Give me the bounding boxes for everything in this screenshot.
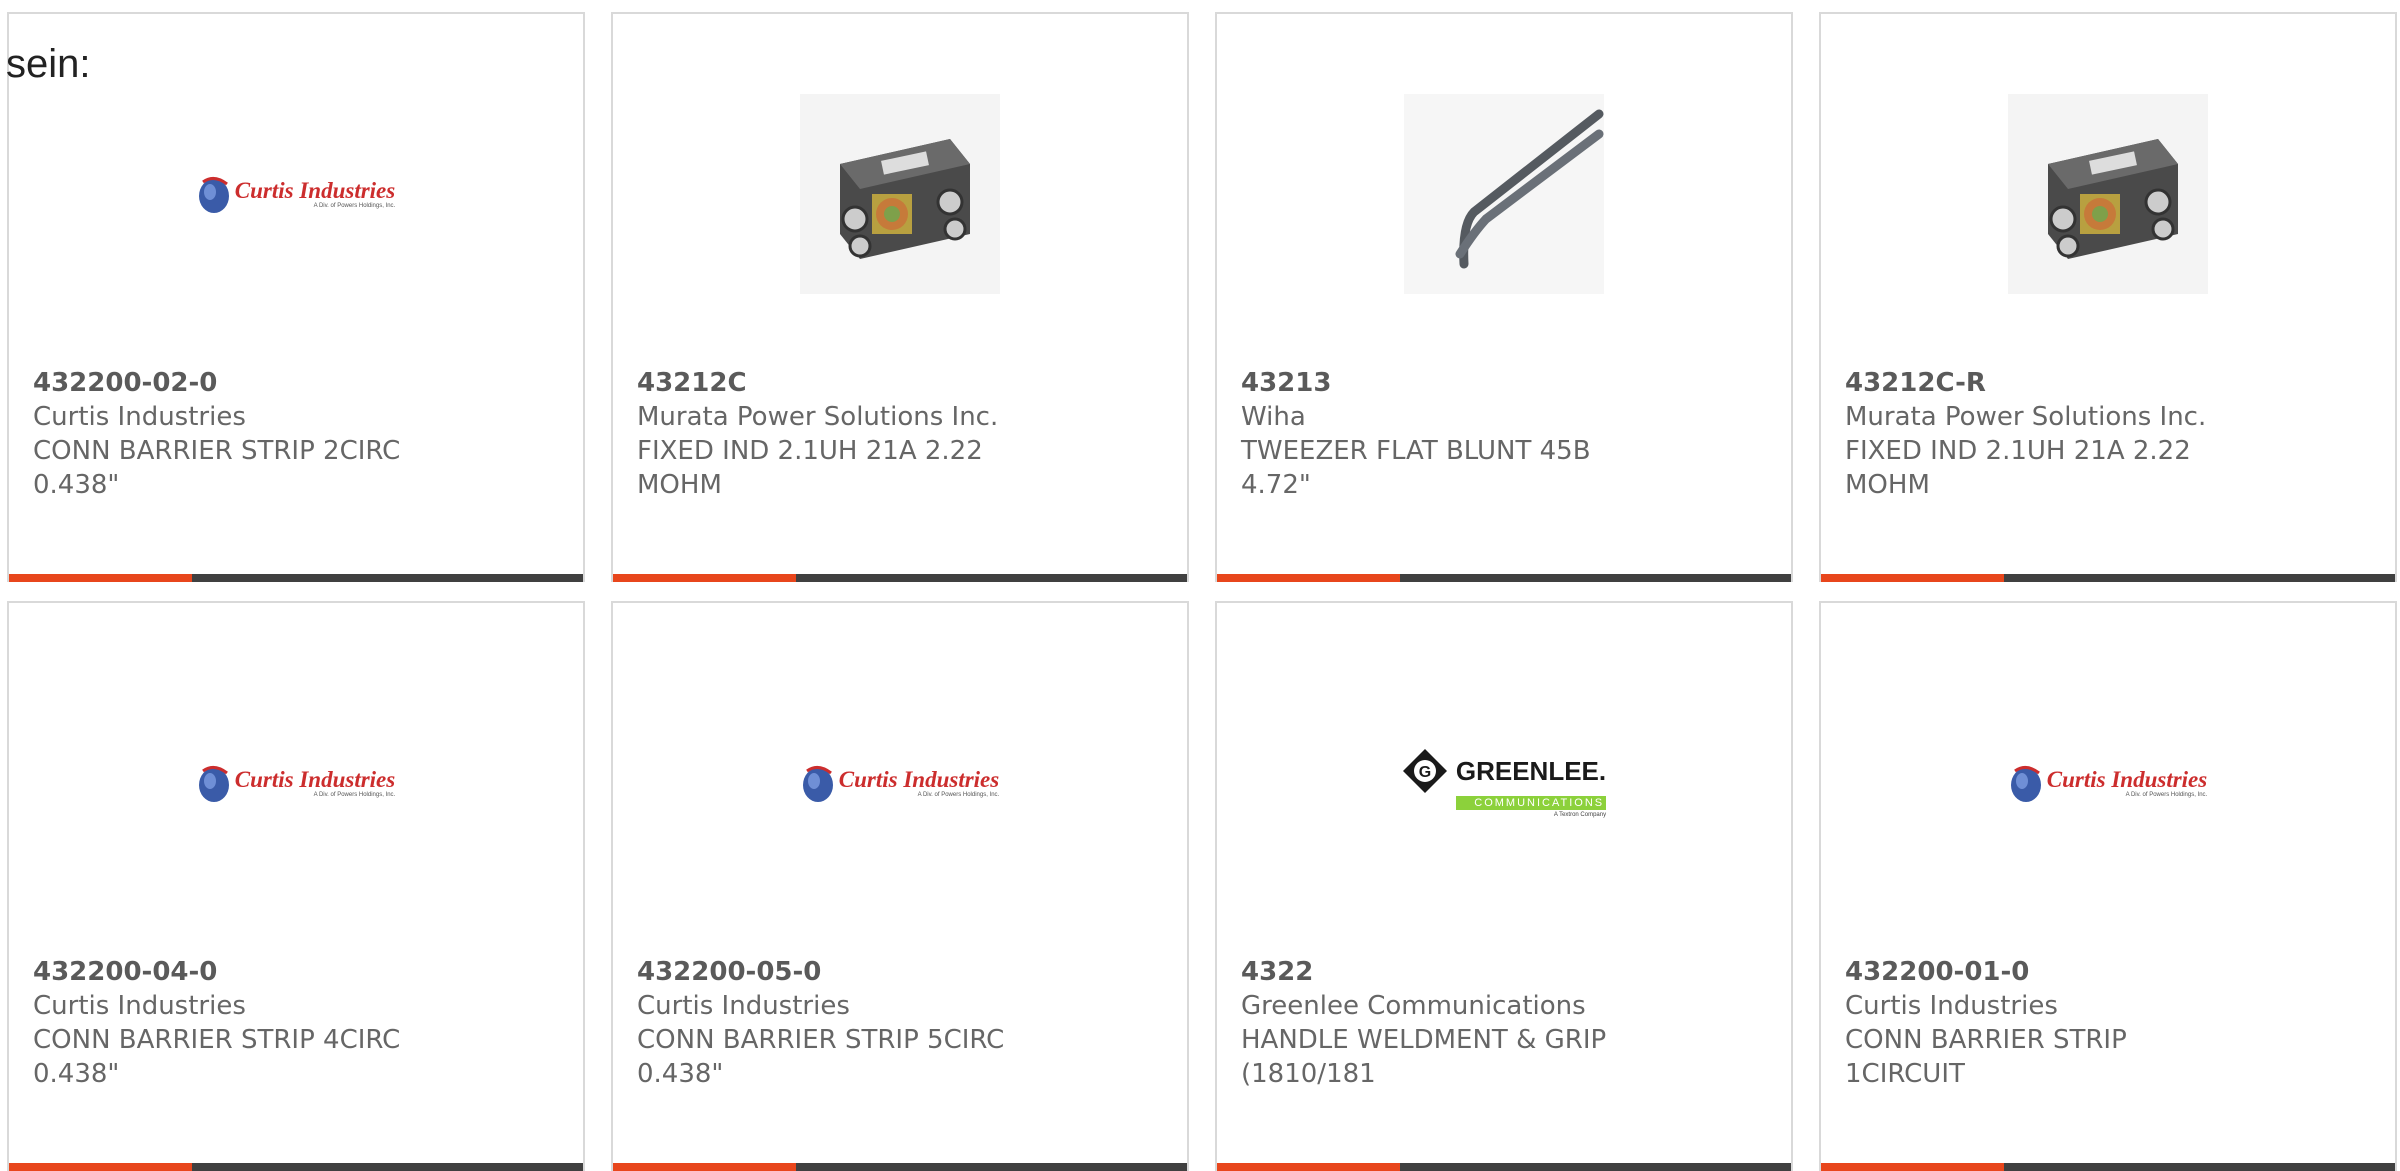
accent-bar [1821, 1163, 2004, 1171]
greenlee-logo: G GREENLEE. COMMUNICATIONS A Textron Com… [1402, 748, 1607, 818]
greenlee-g-icon: G [1402, 749, 1447, 793]
logo-name: Curtis Industries [234, 178, 396, 203]
tweezer-photo [1404, 94, 1604, 294]
part-number[interactable]: 43212C [637, 366, 1037, 400]
curtis-industries-logo: Curtis Industries A Div. of Powers Holdi… [801, 763, 999, 803]
card-footer-bar [1217, 1163, 1791, 1171]
accent-bar [1821, 574, 2004, 582]
part-number[interactable]: 4322 [1241, 955, 1641, 989]
card-footer-bar [613, 1163, 1187, 1171]
logo-name: Curtis Industries [838, 767, 1000, 792]
description: HANDLE WELDMENT & GRIP (1810/181 [1241, 1025, 1607, 1089]
accent-bar [613, 1163, 796, 1171]
product-image[interactable]: G GREENLEE. COMMUNICATIONS A Textron Com… [1217, 673, 1791, 893]
manufacturer: Murata Power Solutions Inc. [637, 402, 999, 432]
manufacturer: Curtis Industries [1845, 991, 2058, 1021]
svg-text:G: G [1419, 764, 1431, 781]
globe-icon [198, 766, 229, 802]
product-card[interactable]: 43212C-R Murata Power Solutions Inc. FIX… [1819, 12, 2397, 582]
accent-bar [9, 574, 192, 582]
description: CONN BARRIER STRIP 1CIRCUIT [1845, 1025, 2127, 1089]
part-number[interactable]: 43213 [1241, 366, 1641, 400]
overlay-text: sein: [6, 42, 91, 86]
card-footer-bar [1217, 574, 1791, 582]
product-info: 432200-05-0 Curtis Industries CONN BARRI… [637, 955, 1037, 1091]
product-card[interactable]: G GREENLEE. COMMUNICATIONS A Textron Com… [1215, 601, 1793, 1171]
logo-subtitle: A Div. of Powers Holdings, Inc. [2125, 792, 2208, 798]
part-number[interactable]: 432200-02-0 [33, 366, 433, 400]
globe-icon [198, 177, 229, 213]
product-image[interactable] [1217, 84, 1791, 304]
description: FIXED IND 2.1UH 21A 2.22 MOHM [1845, 436, 2191, 500]
description: CONN BARRIER STRIP 5CIRC 0.438" [637, 1025, 1005, 1089]
accent-bar [1217, 574, 1400, 582]
accent-bar [1217, 1163, 1400, 1171]
curtis-industries-logo: Curtis Industries A Div. of Powers Holdi… [197, 174, 395, 214]
part-number[interactable]: 432200-05-0 [637, 955, 1037, 989]
description: TWEEZER FLAT BLUNT 45B 4.72" [1241, 436, 1591, 500]
inductor-photo [2008, 94, 2208, 294]
accent-bar [9, 1163, 192, 1171]
manufacturer: Curtis Industries [33, 991, 246, 1021]
product-image[interactable]: Curtis Industries A Div. of Powers Holdi… [9, 84, 583, 304]
product-info: 43212C-R Murata Power Solutions Inc. FIX… [1845, 366, 2245, 502]
logo-name: Curtis Industries [2046, 767, 2208, 792]
product-image[interactable]: Curtis Industries A Div. of Powers Holdi… [1821, 673, 2395, 893]
globe-icon [802, 766, 833, 802]
product-info: 432200-01-0 Curtis Industries CONN BARRI… [1845, 955, 2245, 1091]
product-image[interactable] [1821, 84, 2395, 304]
product-grid: Curtis Industries A Div. of Powers Holdi… [0, 0, 2400, 1171]
accent-bar [613, 574, 796, 582]
manufacturer: Curtis Industries [637, 991, 850, 1021]
card-footer-bar [1821, 574, 2395, 582]
product-card[interactable]: Curtis Industries A Div. of Powers Holdi… [1819, 601, 2397, 1171]
product-image[interactable] [613, 84, 1187, 304]
product-info: 432200-02-0 Curtis Industries CONN BARRI… [33, 366, 433, 502]
product-card[interactable]: 43213 Wiha TWEEZER FLAT BLUNT 45B 4.72" [1215, 12, 1793, 582]
product-info: 4322 Greenlee Communications HANDLE WELD… [1241, 955, 1641, 1091]
card-footer-bar [613, 574, 1187, 582]
part-number[interactable]: 432200-01-0 [1845, 955, 2245, 989]
logo-tagline: A Textron Company [1553, 812, 1607, 818]
product-info: 432200-04-0 Curtis Industries CONN BARRI… [33, 955, 433, 1091]
curtis-industries-logo: Curtis Industries A Div. of Powers Holdi… [2009, 763, 2207, 803]
part-number[interactable]: 43212C-R [1845, 366, 2245, 400]
product-card[interactable]: Curtis Industries A Div. of Powers Holdi… [7, 12, 585, 582]
inductor-photo [800, 94, 1000, 294]
logo-subtitle: A Div. of Powers Holdings, Inc. [917, 792, 1000, 798]
product-card[interactable]: 43212C Murata Power Solutions Inc. FIXED… [611, 12, 1189, 582]
manufacturer: Greenlee Communications [1241, 991, 1586, 1021]
logo-name: Curtis Industries [234, 767, 396, 792]
description: CONN BARRIER STRIP 2CIRC 0.438" [33, 436, 401, 500]
product-card[interactable]: Curtis Industries A Div. of Powers Holdi… [611, 601, 1189, 1171]
description: CONN BARRIER STRIP 4CIRC 0.438" [33, 1025, 401, 1089]
card-footer-bar [9, 574, 583, 582]
logo-subtitle: A Div. of Powers Holdings, Inc. [313, 203, 396, 209]
product-image[interactable]: Curtis Industries A Div. of Powers Holdi… [9, 673, 583, 893]
product-info: 43213 Wiha TWEEZER FLAT BLUNT 45B 4.72" [1241, 366, 1641, 502]
logo-subtitle: A Div. of Powers Holdings, Inc. [313, 792, 396, 798]
globe-icon [2010, 766, 2041, 802]
product-info: 43212C Murata Power Solutions Inc. FIXED… [637, 366, 1037, 502]
product-card[interactable]: Curtis Industries A Div. of Powers Holdi… [7, 601, 585, 1171]
manufacturer: Curtis Industries [33, 402, 246, 432]
logo-subtitle: COMMUNICATIONS [1455, 796, 1607, 810]
card-footer-bar [9, 1163, 583, 1171]
logo-name: GREENLEE. [1455, 755, 1607, 786]
product-image[interactable]: Curtis Industries A Div. of Powers Holdi… [613, 673, 1187, 893]
part-number[interactable]: 432200-04-0 [33, 955, 433, 989]
manufacturer: Wiha [1241, 402, 1306, 432]
manufacturer: Murata Power Solutions Inc. [1845, 402, 2207, 432]
card-footer-bar [1821, 1163, 2395, 1171]
curtis-industries-logo: Curtis Industries A Div. of Powers Holdi… [197, 763, 395, 803]
description: FIXED IND 2.1UH 21A 2.22 MOHM [637, 436, 983, 500]
